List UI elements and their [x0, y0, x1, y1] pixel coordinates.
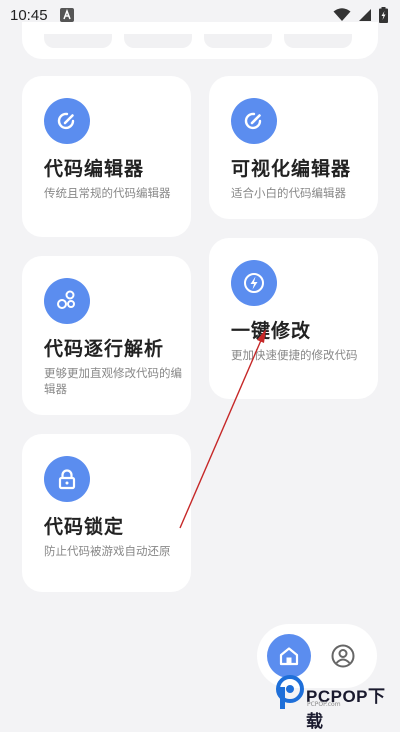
lightning-icon	[231, 260, 277, 306]
card-title: 代码编辑器	[44, 158, 145, 180]
card-one-click-edit[interactable]: 一键修改 更加快速便捷的修改代码	[209, 238, 378, 399]
nav-profile-button[interactable]	[329, 642, 357, 670]
status-time: 10:45	[10, 6, 48, 24]
card-title: 代码锁定	[44, 516, 125, 538]
card-code-lock[interactable]: 代码锁定 防止代码被游戏自动还原	[22, 434, 191, 592]
home-icon	[279, 647, 299, 666]
watermark-subtext: PCPOP.com	[307, 701, 341, 708]
bubbles-icon	[44, 278, 90, 324]
card-desc: 更加快速便捷的修改代码	[231, 348, 358, 362]
edit-icon	[44, 98, 90, 144]
card-title: 可视化编辑器	[231, 158, 352, 180]
status-right	[333, 7, 388, 23]
pcpop-logo-icon	[276, 675, 304, 709]
card-desc: 更够更加直观修改代码的编辑器	[44, 366, 182, 396]
card-desc: 适合小白的代码编辑器	[231, 186, 346, 200]
notification-a-icon	[59, 8, 74, 22]
status-left: 10:45	[10, 7, 74, 24]
card-code-editor[interactable]: 代码编辑器 传统且常规的代码编辑器	[22, 76, 191, 237]
signal-icon	[359, 9, 371, 21]
top-pill	[44, 34, 112, 48]
top-card-partial	[22, 22, 378, 59]
edit-icon	[231, 98, 277, 144]
top-pill	[124, 34, 192, 48]
watermark: PCPOP下载 PCPOP.com	[272, 670, 400, 731]
card-desc: 防止代码被游戏自动还原	[44, 544, 171, 558]
card-line-parser[interactable]: 代码逐行解析 更够更加直观修改代码的编辑器	[22, 256, 191, 415]
top-pill	[284, 34, 352, 48]
lock-icon	[44, 456, 90, 502]
card-desc: 传统且常规的代码编辑器	[44, 186, 171, 200]
card-visual-editor[interactable]: 可视化编辑器 适合小白的代码编辑器	[209, 76, 378, 219]
card-title: 一键修改	[231, 320, 312, 342]
battery-charging-icon	[379, 7, 388, 23]
top-pill	[204, 34, 272, 48]
profile-icon	[331, 644, 355, 668]
card-title: 代码逐行解析	[44, 338, 165, 360]
wifi-icon	[333, 8, 351, 21]
